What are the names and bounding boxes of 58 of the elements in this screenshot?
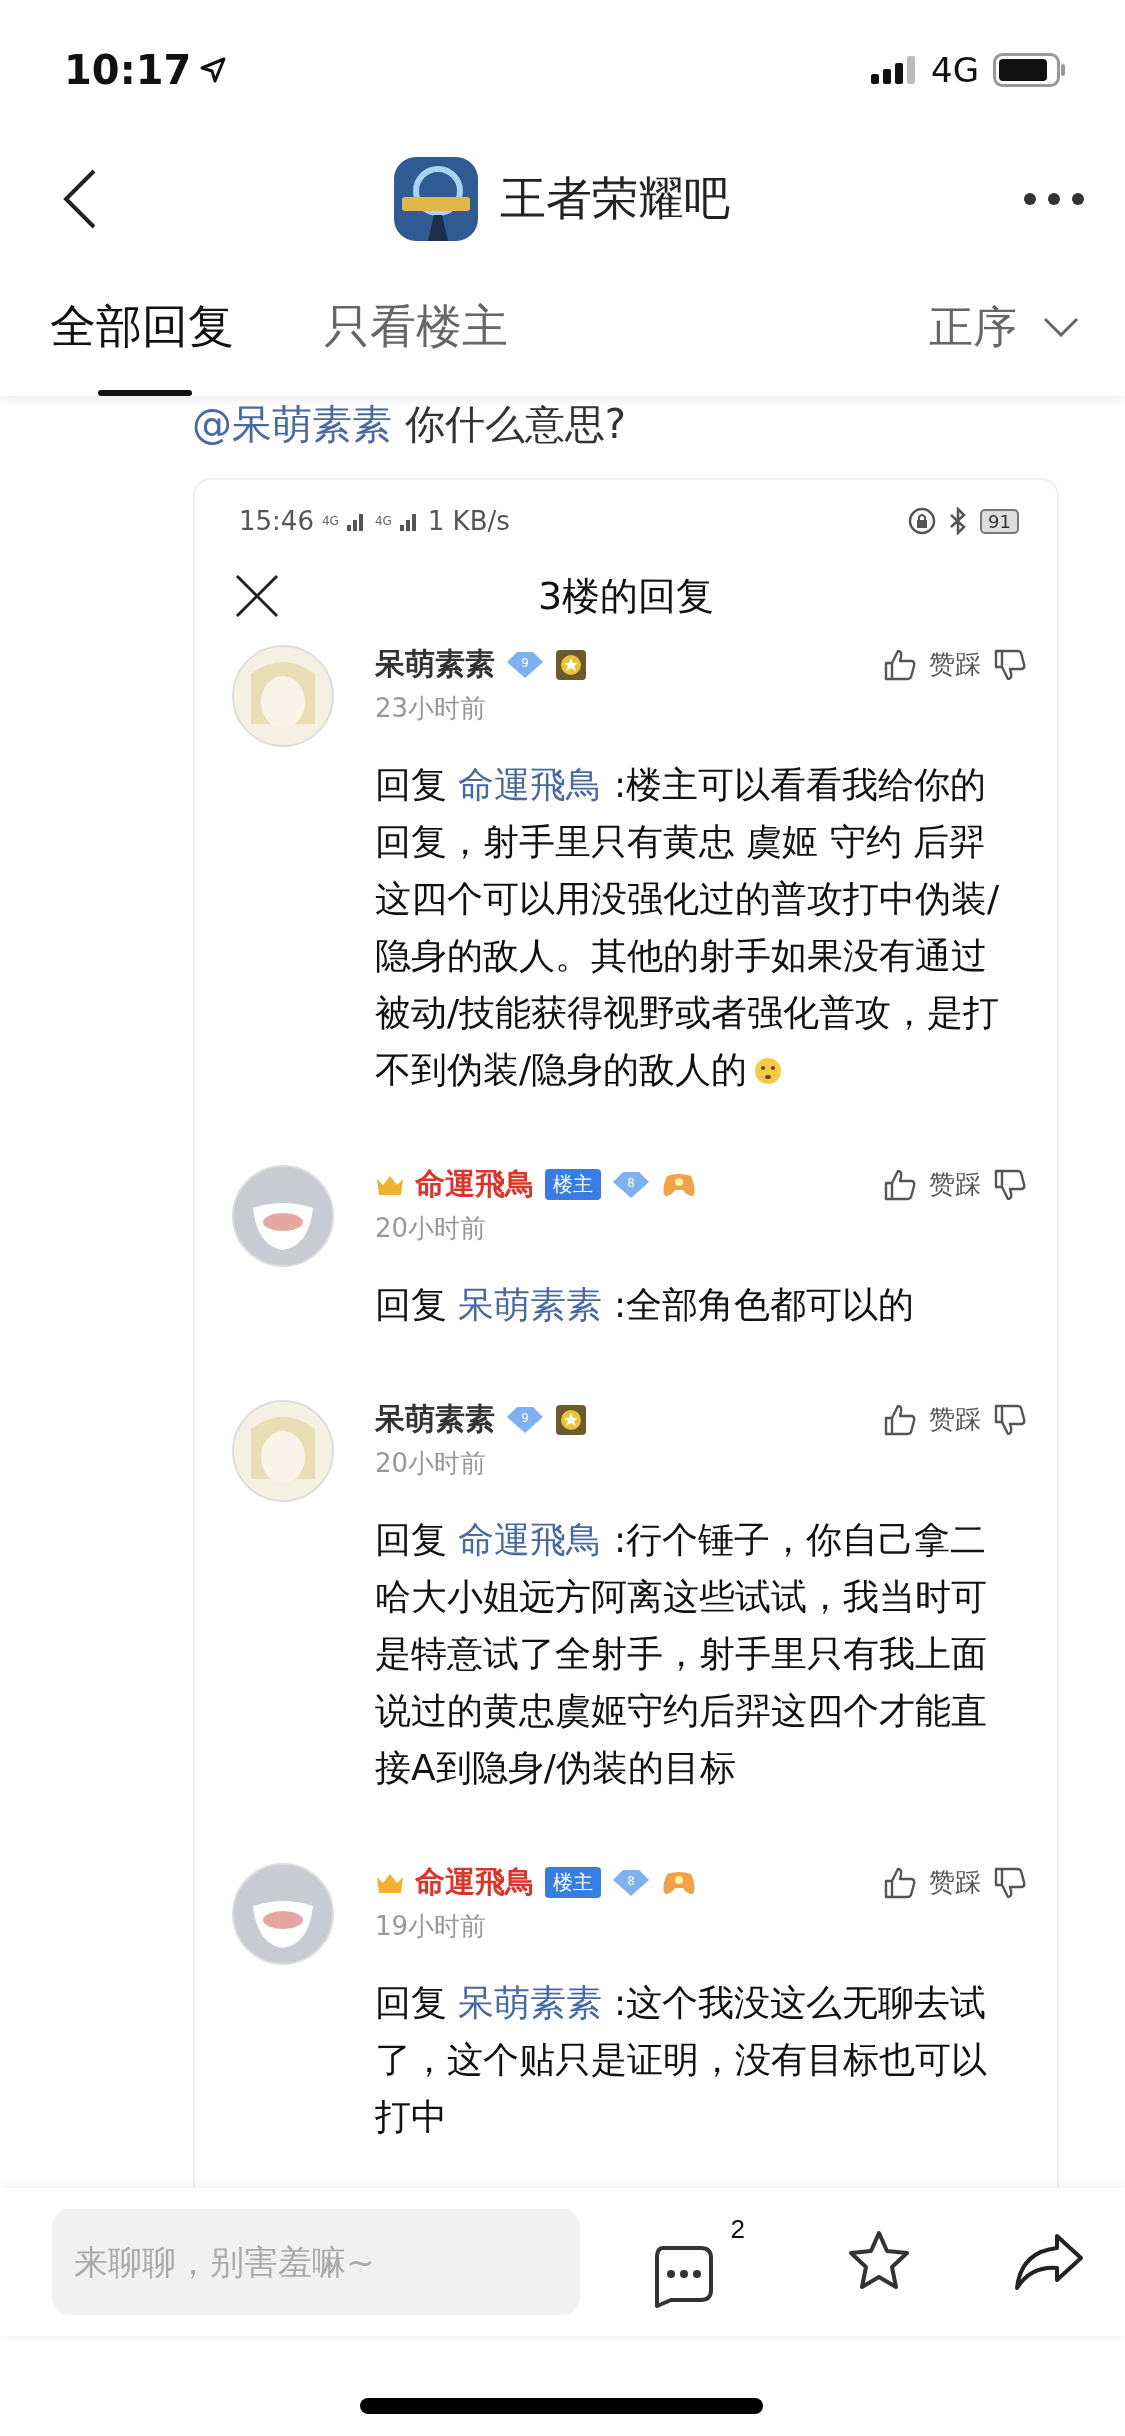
comment-time: 23小时前	[375, 692, 488, 725]
comment-time: 19小时前	[375, 1910, 488, 1943]
thumbs-down-icon[interactable]	[993, 647, 1027, 682]
lock-rotation-icon	[908, 507, 937, 535]
medal-icon	[555, 1403, 587, 1436]
network-label: 4G	[321, 514, 339, 528]
user-name[interactable]: 呆萌素素	[375, 644, 495, 685]
network-label: 4G	[374, 514, 392, 528]
gamepad-icon	[661, 1869, 697, 1896]
network-speed: 1 KB/s	[427, 506, 510, 536]
vote-label[interactable]: 赞踩	[929, 647, 981, 682]
thumbs-up-icon[interactable]	[883, 647, 917, 682]
status-time: 10:17	[64, 47, 192, 93]
comment-text: 回复 命運飛鳥 :楼主可以看看我给你的回复，射手里只有黄忠 虞姬 守约 后羿这四个可以用没强化过的普攻打中伪装/隐身的敌人。其他的射手如果没有通过被动/技能获得视野或者强化普攻，是打不到伪装/隐身的敌人的	[375, 763, 1001, 1092]
thumbs-down-icon[interactable]	[993, 1865, 1027, 1900]
thumbs-up-icon[interactable]	[883, 1167, 917, 1202]
level-badge: 9	[505, 1404, 545, 1435]
thumbs-down-icon[interactable]	[993, 1402, 1027, 1437]
sort-dropdown[interactable]: 正序	[923, 296, 1085, 358]
vote-label[interactable]: 赞踩	[929, 1865, 981, 1900]
close-icon[interactable]	[235, 574, 279, 618]
tab[interactable]: 全部回复	[50, 258, 234, 396]
user-name[interactable]: 呆萌素素	[375, 1399, 495, 1440]
forum-title: 王者荣耀吧	[499, 170, 730, 227]
owner-tag: 楼主	[545, 1867, 601, 1898]
user-name[interactable]: 命運飛鳥	[415, 1862, 535, 1903]
gamepad-icon	[661, 1171, 697, 1198]
reply-text: @呆萌素素 你什么意思?	[192, 401, 626, 447]
comment-time: 20小时前	[375, 1447, 488, 1480]
app-logo-icon	[393, 157, 478, 241]
comment-text: 回复 呆萌素素 :全部角色都可以的	[375, 1283, 916, 1327]
medal-icon	[555, 648, 587, 681]
owner-tag: 楼主	[545, 1169, 601, 1200]
level-badge: 8	[611, 1867, 651, 1898]
vote-label[interactable]: 赞踩	[929, 1402, 981, 1437]
thumbs-up-icon[interactable]	[883, 1402, 917, 1437]
comment-button[interactable]: 2	[649, 2213, 745, 2311]
battery-icon	[993, 53, 1067, 87]
comment-input[interactable]: 来聊聊，别害羞嘛~	[52, 2209, 580, 2315]
tab[interactable]: 只看楼主	[324, 258, 508, 396]
battery-level: 91	[980, 508, 1019, 534]
comment-text: 回复 呆萌素素 :这个我没这么无聊去试了，这个贴只是证明，没有目标也可以打中	[375, 1981, 988, 2139]
chevron-down-icon[interactable]	[1043, 317, 1079, 337]
share-icon[interactable]	[1013, 2232, 1085, 2292]
user-name[interactable]: 命運飛鳥	[415, 1164, 535, 1205]
location-arrow-icon	[199, 56, 228, 84]
comment-time: 20小时前	[375, 1212, 488, 1245]
thumbs-up-icon[interactable]	[883, 1865, 917, 1900]
embedded-time: 15:46	[239, 506, 314, 536]
network-label: 4G	[931, 50, 979, 90]
more-icon[interactable]	[1023, 192, 1085, 206]
signal-icon	[871, 56, 917, 84]
panel-title: 3楼的回复	[537, 573, 715, 618]
vote-label[interactable]: 赞踩	[929, 1167, 981, 1202]
level-badge: 8	[611, 1169, 651, 1200]
comment-text: 回复 命運飛鳥 :行个锤子，你自己拿二哈大小姐远方阿离这些试试，我当时可是特意试了全射手，射手里只有我上面说过的黄忠虞姬守约后羿这四个才能直接A到隐身/伪装的目标	[375, 1518, 988, 1790]
thumbs-down-icon[interactable]	[993, 1167, 1027, 1202]
level-badge: 9	[505, 649, 545, 680]
